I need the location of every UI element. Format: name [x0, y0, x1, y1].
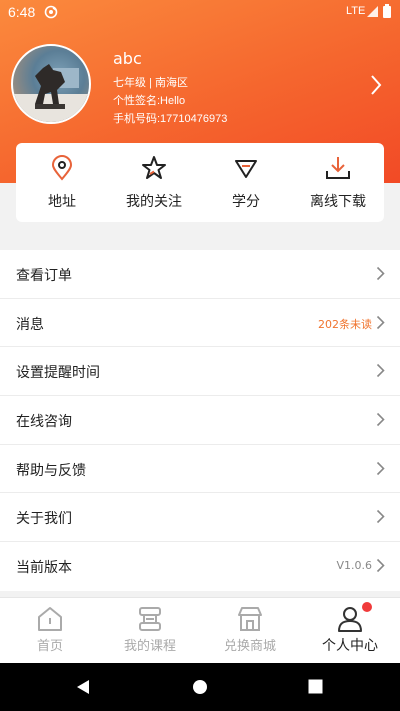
store-icon — [236, 605, 264, 633]
tab-exchange-store[interactable]: 兑换商城 — [200, 598, 300, 664]
diamond-icon — [233, 155, 259, 181]
quick-action-label: 地址 — [48, 194, 76, 210]
chevron-right-icon — [376, 461, 385, 480]
profile-grade-region: 七年级 | 南海区 — [113, 77, 188, 89]
menu-item-help-feedback[interactable]: 帮助与反馈 — [0, 445, 400, 494]
menu-item-messages[interactable]: 消息 202条未读 — [0, 299, 400, 348]
location-pin-icon — [49, 155, 75, 181]
menu-item-label: 在线咨询 — [16, 414, 72, 431]
avatar[interactable] — [11, 44, 91, 124]
menu-item-about-us[interactable]: 关于我们 — [0, 493, 400, 543]
chevron-right-icon — [376, 412, 385, 431]
menu-item-label: 当前版本 — [16, 560, 72, 577]
battery-icon — [383, 4, 391, 22]
tab-label: 个人中心 — [322, 638, 378, 654]
sync-icon — [44, 5, 58, 23]
profile-signature: 个性签名:Hello — [113, 95, 186, 107]
menu-item-version[interactable]: 当前版本 V1.0.6 — [0, 542, 400, 591]
star-icon — [141, 155, 167, 181]
menu-item-orders[interactable]: 查看订单 — [0, 250, 400, 299]
home-circle-icon[interactable] — [192, 679, 208, 699]
quick-action-credits[interactable]: 学分 — [200, 143, 292, 222]
system-navigation-bar — [0, 663, 400, 711]
chevron-right-icon — [376, 266, 385, 285]
tab-label: 我的课程 — [123, 639, 176, 654]
chevron-right-icon — [376, 509, 385, 528]
signal-icon — [366, 5, 379, 22]
tab-label: 兑换商城 — [223, 639, 276, 654]
profile-name: abc — [113, 49, 142, 68]
quick-action-offline-download[interactable]: 离线下载 — [292, 143, 384, 222]
chevron-right-icon — [376, 558, 385, 577]
courses-icon — [136, 605, 164, 633]
notification-badge — [362, 602, 372, 612]
home-icon — [36, 605, 64, 633]
menu-item-reminder-time[interactable]: 设置提醒时间 — [0, 347, 400, 397]
network-type: LTE — [346, 5, 366, 17]
quick-action-address[interactable]: 地址 — [16, 143, 108, 222]
menu-item-label: 帮助与反馈 — [16, 462, 86, 479]
tab-personal-center[interactable]: 个人中心 — [300, 598, 400, 664]
tab-label: 首页 — [36, 639, 63, 654]
settings-menu: 查看订单 消息 202条未读 设置提醒时间 在线咨询 帮助与反馈 关于我们 当前… — [0, 250, 400, 591]
menu-item-label: 关于我们 — [16, 511, 72, 528]
chevron-right-icon[interactable] — [369, 74, 383, 100]
download-icon — [325, 155, 351, 181]
version-number: V1.0.6 — [336, 559, 372, 573]
menu-item-label: 查看订单 — [16, 268, 72, 284]
bottom-tab-bar: 首页 我的课程 兑换商城 个人中心 — [0, 597, 400, 663]
unread-count: 202条未读 — [318, 317, 372, 331]
person-icon — [336, 605, 364, 633]
status-bar: 6:48 LTE — [0, 0, 400, 24]
quick-action-label: 我的关注 — [126, 194, 182, 210]
menu-item-label: 消息 — [16, 316, 44, 333]
tab-home[interactable]: 首页 — [0, 598, 100, 664]
chevron-right-icon — [376, 315, 385, 334]
menu-item-label: 设置提醒时间 — [16, 365, 100, 382]
profile-phone: 手机号码:17710476973 — [113, 113, 228, 125]
tab-my-courses[interactable]: 我的课程 — [100, 598, 200, 664]
quick-action-label: 学分 — [232, 194, 260, 210]
quick-action-follows[interactable]: 我的关注 — [108, 143, 200, 222]
back-icon[interactable] — [75, 679, 91, 699]
quick-action-label: 离线下载 — [310, 194, 366, 210]
chevron-right-icon — [376, 363, 385, 382]
menu-item-online-consult[interactable]: 在线咨询 — [0, 396, 400, 445]
quick-actions-card: 地址 我的关注 学分 离线下载 — [16, 143, 384, 222]
recents-icon[interactable] — [308, 679, 323, 698]
status-time: 6:48 — [8, 4, 36, 20]
